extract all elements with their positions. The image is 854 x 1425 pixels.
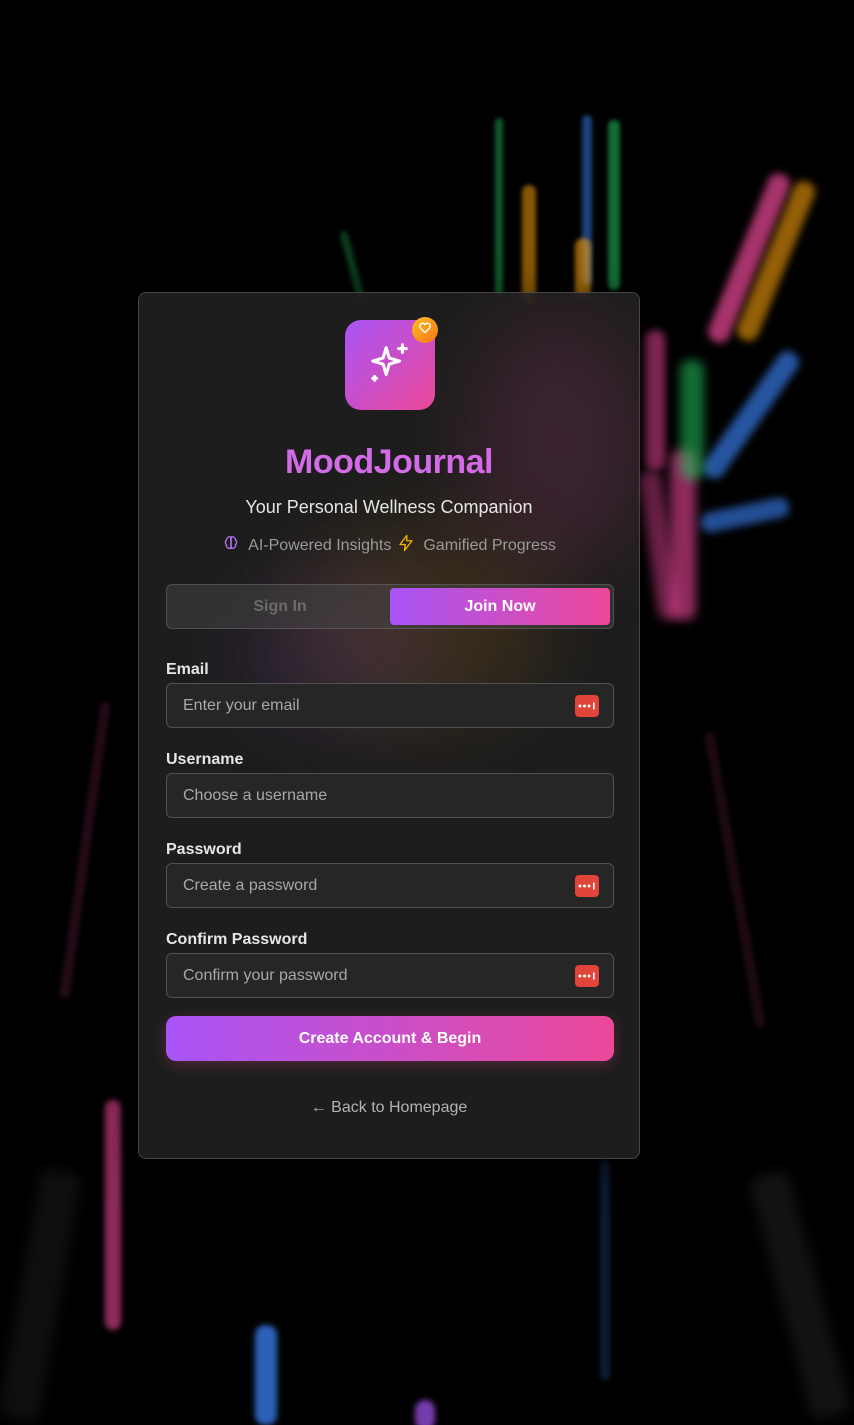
tab-sign-in[interactable]: Sign In	[170, 588, 390, 625]
light-streak	[255, 1325, 277, 1425]
confirm-password-input[interactable]	[181, 965, 575, 986]
heart-icon	[418, 321, 432, 340]
light-streak	[680, 360, 704, 480]
light-streak	[748, 1169, 852, 1421]
light-streak	[59, 700, 111, 1000]
sparkles-icon	[367, 340, 413, 391]
light-streak	[608, 120, 620, 290]
light-streak	[575, 238, 591, 298]
back-to-homepage-link[interactable]: ← Back to Homepage	[139, 1099, 639, 1117]
username-label: Username	[166, 751, 244, 768]
email-input[interactable]	[181, 695, 575, 716]
app-title: MoodJournal	[285, 443, 493, 481]
light-streak	[495, 118, 503, 298]
email-field[interactable]	[166, 683, 614, 728]
light-streak	[698, 347, 804, 483]
username-field[interactable]	[166, 773, 614, 818]
light-streak	[105, 1100, 121, 1330]
password-manager-icon[interactable]	[575, 964, 599, 987]
create-account-button[interactable]: Create Account & Begin	[166, 1016, 614, 1061]
light-streak	[0, 1168, 82, 1422]
auth-tabs: Sign In Join Now	[166, 584, 614, 629]
confirm-password-field[interactable]	[166, 953, 614, 998]
feature-ai-insights: AI-Powered Insights	[222, 534, 391, 557]
light-streak	[645, 330, 665, 470]
light-streak	[339, 230, 365, 300]
brain-icon	[222, 534, 240, 557]
light-streak	[704, 731, 766, 1029]
light-streak	[600, 1160, 610, 1380]
password-field[interactable]	[166, 863, 614, 908]
password-input[interactable]	[181, 875, 575, 896]
password-manager-icon[interactable]	[575, 874, 599, 897]
feature-list: AI-Powered Insights Gamified Progress	[139, 534, 639, 557]
light-streak	[415, 1400, 435, 1425]
feature-gamified: Gamified Progress	[397, 534, 556, 557]
email-label: Email	[166, 661, 209, 678]
light-streak	[698, 495, 792, 535]
tab-join-now[interactable]: Join Now	[390, 588, 610, 625]
app-subtitle: Your Personal Wellness Companion	[245, 497, 533, 517]
confirm-password-label: Confirm Password	[166, 931, 308, 948]
password-label: Password	[166, 841, 242, 858]
signup-card: MoodJournal Your Personal Wellness Compa…	[138, 292, 640, 1159]
light-streak	[522, 185, 536, 305]
password-manager-icon[interactable]	[575, 694, 599, 717]
heart-badge	[412, 317, 438, 343]
lightning-icon	[397, 534, 415, 557]
username-input[interactable]	[181, 785, 599, 806]
